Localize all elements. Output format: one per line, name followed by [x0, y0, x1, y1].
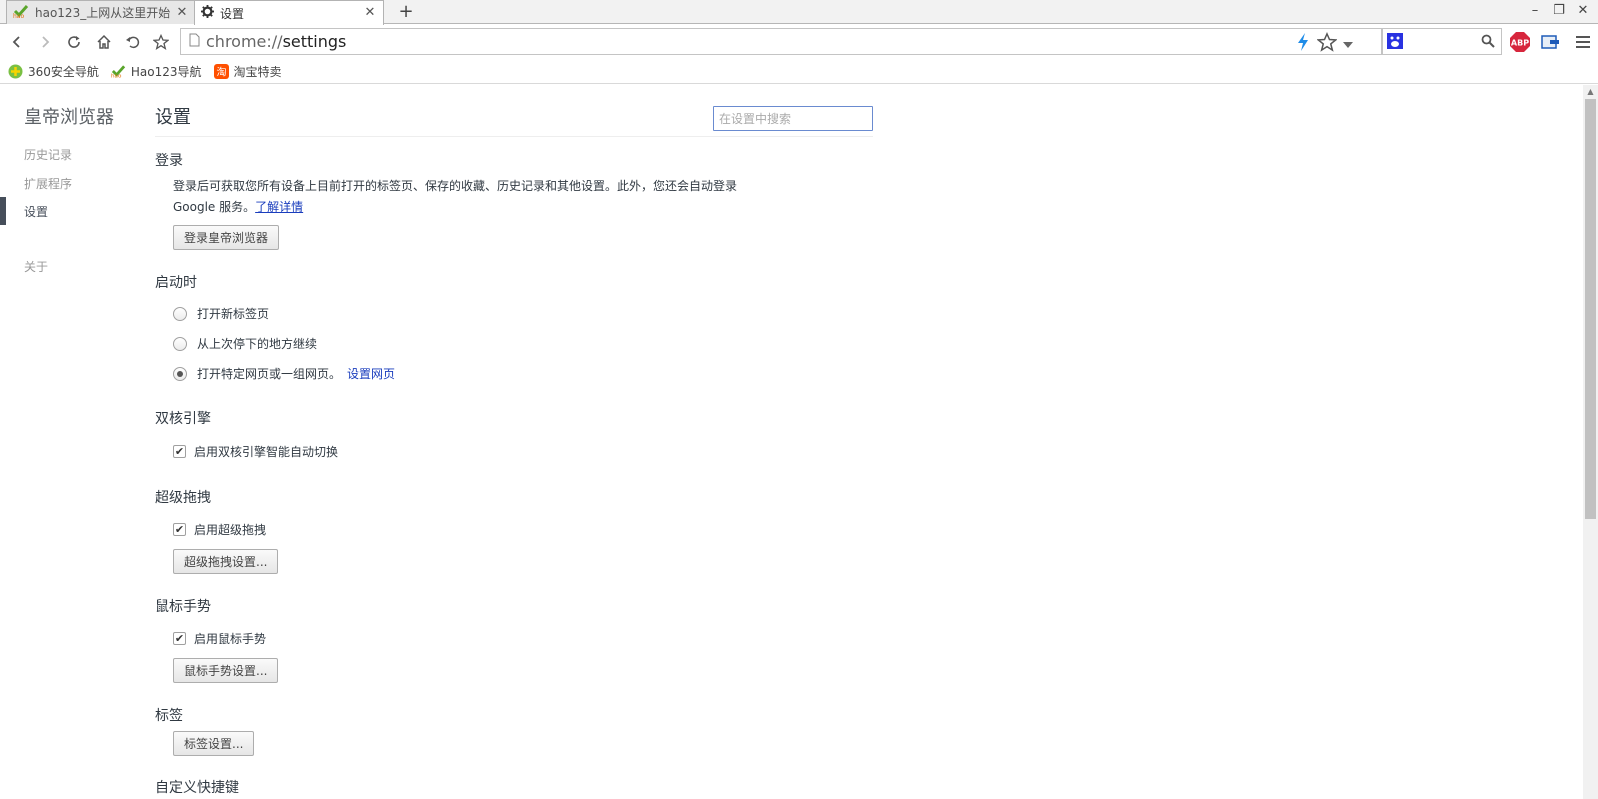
bookmark-label: 淘宝特卖	[233, 64, 282, 79]
forward-icon[interactable]	[33, 30, 57, 54]
browser-name: 皇帝浏览器	[24, 107, 114, 128]
bookmarks-bar: 360安全导航 hao Hao123导航 淘 淘宝特卖	[0, 59, 1598, 84]
search-engine-box[interactable]	[1382, 28, 1502, 55]
signin-button[interactable]: 登录皇帝浏览器	[173, 225, 280, 250]
section-title-engine: 双核引擎	[155, 411, 211, 427]
checkbox-checked[interactable]: ✔	[173, 523, 186, 536]
reload-icon[interactable]	[62, 30, 86, 54]
checkbox-label: 启用鼠标手势	[194, 632, 267, 646]
section-title-tabs: 标签	[155, 708, 183, 724]
tab-title: 设置	[220, 6, 245, 21]
adblock-icon[interactable]: ABP	[1509, 31, 1531, 53]
star-icon[interactable]	[1316, 32, 1338, 55]
extension-icon[interactable]	[1540, 31, 1562, 53]
nav-item-history[interactable]: 历史记录	[24, 146, 72, 163]
radio-label: 打开新标签页	[197, 307, 270, 321]
settings-page: 皇帝浏览器 历史记录 扩展程序 设置 关于 设置 登录 登录后可获取您所有设备上…	[0, 85, 1598, 799]
tab-title: hao123_上网从这里开始	[35, 6, 171, 20]
page-icon	[189, 33, 200, 50]
radio-label: 从上次停下的地方继续	[197, 337, 318, 351]
tab-settings-button[interactable]: 标签设置...	[173, 731, 255, 756]
radio-button[interactable]	[173, 336, 187, 351]
checkbox-checked[interactable]: ✔	[173, 445, 186, 458]
nav-item-about[interactable]: 关于	[24, 258, 48, 275]
mouse-gesture-settings-button[interactable]: 鼠标手势设置...	[173, 658, 279, 683]
undo-close-icon[interactable]	[121, 30, 145, 54]
close-icon[interactable]: ✕	[175, 5, 189, 20]
bookmark-label: 360安全导航	[28, 64, 99, 79]
baidu-icon[interactable]	[1387, 33, 1405, 52]
hao-icon: hao	[111, 64, 126, 79]
home-icon[interactable]	[92, 30, 116, 54]
vertical-scrollbar[interactable]: ▲	[1583, 85, 1598, 799]
settings-search-input[interactable]	[713, 106, 873, 131]
startup-option-specific-pages[interactable]: 打开特定网页或一组网页。 设置网页	[173, 365, 395, 382]
address-bar[interactable]: chrome://settings	[180, 28, 1382, 55]
section-title-drag: 超级拖拽	[155, 490, 211, 506]
new-tab-button[interactable]: +	[396, 2, 416, 22]
tab-hao123[interactable]: hao hao123_上网从这里开始 ✕	[6, 0, 196, 24]
url-text: chrome://settings	[206, 32, 347, 51]
bookmark-hao123[interactable]: hao Hao123导航	[111, 63, 202, 80]
super-drag-settings-button[interactable]: 超级拖拽设置...	[173, 549, 279, 574]
checkbox-label: 启用双核引擎智能自动切换	[194, 445, 339, 459]
close-icon[interactable]: ✕	[363, 6, 377, 20]
taobao-icon: 淘	[213, 63, 229, 79]
section-title-gesture: 鼠标手势	[155, 599, 211, 615]
radio-label: 打开特定网页或一组网页。	[197, 367, 342, 381]
signin-description: 登录后可获取您所有设备上目前打开的标签页、保存的收藏、历史记录和其他设置。此外，…	[173, 179, 738, 193]
tab-strip: hao hao123_上网从这里开始 ✕ 设置 ✕ + – ❐ ✕	[0, 0, 1598, 25]
bookmark-label: Hao123导航	[130, 64, 202, 79]
page-title: 设置	[155, 107, 191, 128]
chevron-down-icon[interactable]	[1343, 38, 1353, 52]
restore-icon[interactable]: ❐	[1548, 1, 1570, 21]
section-title-startup: 启动时	[155, 275, 197, 291]
radio-button[interactable]	[173, 306, 187, 321]
section-title-shortcuts: 自定义快捷键	[155, 780, 239, 796]
search-icon[interactable]	[1481, 34, 1495, 51]
back-icon[interactable]	[5, 30, 29, 54]
mouse-gesture-checkbox[interactable]: ✔ 启用鼠标手势	[173, 630, 266, 647]
checkbox-checked[interactable]: ✔	[173, 632, 186, 645]
minimize-icon[interactable]: –	[1524, 1, 1546, 21]
close-window-icon[interactable]: ✕	[1572, 1, 1594, 21]
startup-option-continue[interactable]: 从上次停下的地方继续	[173, 335, 317, 352]
section-title-signin: 登录	[155, 153, 183, 169]
bookmark-taobao[interactable]: 淘 淘宝特卖	[213, 63, 282, 80]
svg-text:hao: hao	[13, 13, 24, 18]
lightning-icon[interactable]	[1297, 33, 1309, 54]
super-drag-checkbox[interactable]: ✔ 启用超级拖拽	[173, 521, 266, 538]
svg-text:ABP: ABP	[1511, 39, 1529, 48]
toolbar: chrome://settings ABP	[0, 25, 1598, 59]
gear-icon	[201, 5, 214, 21]
scroll-up-icon[interactable]: ▲	[1583, 85, 1598, 98]
startup-option-newtab[interactable]: 打开新标签页	[173, 305, 269, 322]
menu-icon[interactable]	[1572, 31, 1594, 53]
radio-button-selected[interactable]	[173, 366, 187, 381]
signin-description-2: Google 服务。了解详情	[173, 197, 303, 218]
signin-description-tail: Google 服务。	[173, 200, 256, 214]
settings-nav: 皇帝浏览器 历史记录 扩展程序 设置 关于	[0, 85, 150, 799]
nav-item-settings[interactable]: 设置	[24, 203, 48, 220]
checkbox-label: 启用超级拖拽	[194, 523, 267, 537]
title-divider	[155, 136, 873, 137]
hao-icon: hao	[13, 4, 29, 21]
tab-settings[interactable]: 设置 ✕	[194, 0, 384, 25]
nav-item-extensions[interactable]: 扩展程序	[24, 175, 72, 192]
scroll-thumb[interactable]	[1585, 99, 1596, 519]
engine-auto-switch-checkbox[interactable]: ✔ 启用双核引擎智能自动切换	[173, 443, 338, 460]
360-icon	[8, 64, 23, 79]
nav-selected-marker	[0, 197, 6, 225]
svg-text:hao: hao	[111, 74, 122, 78]
svg-text:淘: 淘	[216, 65, 226, 78]
bookmark-star-icon[interactable]	[149, 30, 173, 54]
learn-more-link[interactable]: 了解详情	[255, 200, 303, 214]
bookmark-360[interactable]: 360安全导航	[8, 63, 99, 80]
set-pages-link[interactable]: 设置网页	[347, 365, 395, 382]
